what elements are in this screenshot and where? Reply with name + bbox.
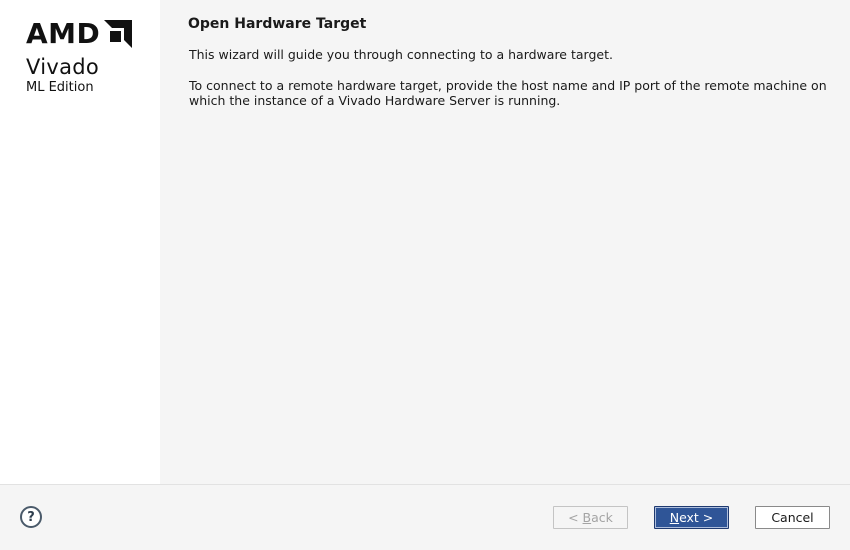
amd-logo: AMD [26,17,133,50]
wizard-content: Open Hardware Target This wizard will gu… [160,0,850,484]
next-button-mnemonic: N [669,510,680,525]
product-edition: ML Edition [26,80,94,95]
cancel-button[interactable]: Cancel [755,506,830,529]
page-title: Open Hardware Target [188,16,367,32]
next-button[interactable]: Next > [654,506,729,529]
intro-text: This wizard will guide you through conne… [189,47,613,62]
product-name: Vivado [26,55,100,79]
help-icon[interactable]: ? [20,506,42,528]
open-hardware-target-wizard: AMD Vivado ML Edition Open Hardware Targ… [0,0,850,550]
wizard-sidebar: AMD Vivado ML Edition [0,0,160,484]
amd-arrow-icon [104,20,133,48]
brand-company-text: AMD [26,17,101,50]
instructions-text: To connect to a remote hardware target, … [189,78,827,108]
wizard-footer: ? < Back Next > Cancel [0,484,850,550]
back-button-prefix: < [568,510,583,525]
next-button-label: ext > [679,510,714,525]
back-button[interactable]: < Back [553,506,628,529]
back-button-mnemonic: B [582,510,592,525]
back-button-label: ack [591,510,613,525]
